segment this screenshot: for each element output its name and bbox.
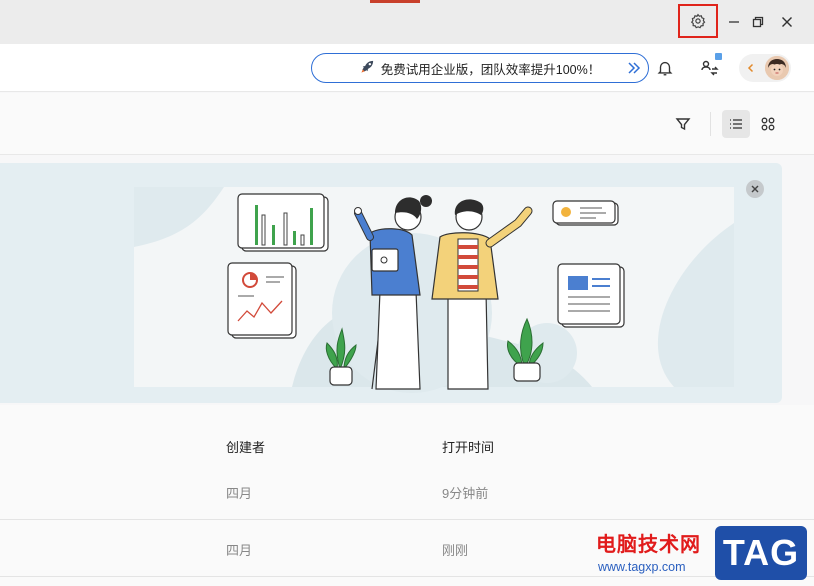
app-window: 免费试用企业版，团队效率提升100%！ 创建者 打开时间 四月 9分钟前 四月 … [0, 0, 814, 586]
cell-creator: 四月 [226, 486, 253, 501]
list-view-button[interactable] [722, 110, 750, 138]
grid-view-icon [761, 117, 775, 131]
avatar [765, 56, 789, 80]
cell-opened-time: 9分钟前 [442, 486, 489, 501]
notification-button[interactable] [653, 56, 677, 80]
file-list-table: 创建者 打开时间 四月 9分钟前 四月 刚刚 [0, 405, 814, 586]
view-toolbar [0, 93, 814, 155]
team-illustration [134, 187, 734, 393]
minimize-icon [729, 21, 739, 23]
bell-icon [657, 61, 673, 76]
watermark-site-name: 电脑技术网 [596, 534, 701, 556]
watermark-url: www.tagxp.com [598, 560, 686, 574]
banner-close-button[interactable] [746, 180, 764, 198]
close-icon [782, 17, 792, 27]
cell-creator: 四月 [226, 543, 253, 558]
settings-button[interactable] [678, 4, 718, 38]
close-window-button[interactable] [775, 10, 799, 34]
watermark-tag-logo: TAG [715, 526, 807, 580]
title-bar [0, 0, 814, 44]
grid-view-button[interactable] [754, 110, 782, 138]
restore-button[interactable] [746, 10, 770, 34]
promo-illustration-banner [0, 163, 782, 403]
toolbar-divider [710, 112, 711, 136]
gear-icon [690, 13, 706, 29]
column-header-creator[interactable]: 创建者 [226, 437, 265, 456]
list-view-icon [730, 119, 742, 129]
double-chevron-right-icon [626, 60, 642, 79]
row-divider [0, 519, 814, 520]
promo-banner-button[interactable]: 免费试用企业版，团队效率提升100%！ [311, 53, 649, 83]
user-menu-button[interactable] [739, 54, 791, 82]
cell-opened-time: 刚刚 [442, 543, 469, 558]
header-bar: 免费试用企业版，团队效率提升100%！ [0, 44, 814, 92]
title-accent [370, 0, 420, 3]
column-header-opened-time[interactable]: 打开时间 [442, 437, 494, 456]
update-badge [715, 53, 722, 60]
switch-account-icon [701, 60, 719, 76]
close-icon [751, 185, 759, 193]
minimize-button[interactable] [722, 10, 746, 34]
chevron-left-icon [747, 63, 754, 73]
rocket-icon [360, 59, 375, 77]
filter-icon [675, 118, 691, 131]
row-divider [0, 576, 814, 577]
filter-button[interactable] [669, 110, 697, 138]
promo-text: 免费试用企业版，团队效率提升100%！ [380, 62, 601, 77]
restore-icon [752, 16, 764, 28]
switch-account-button[interactable] [698, 53, 722, 80]
